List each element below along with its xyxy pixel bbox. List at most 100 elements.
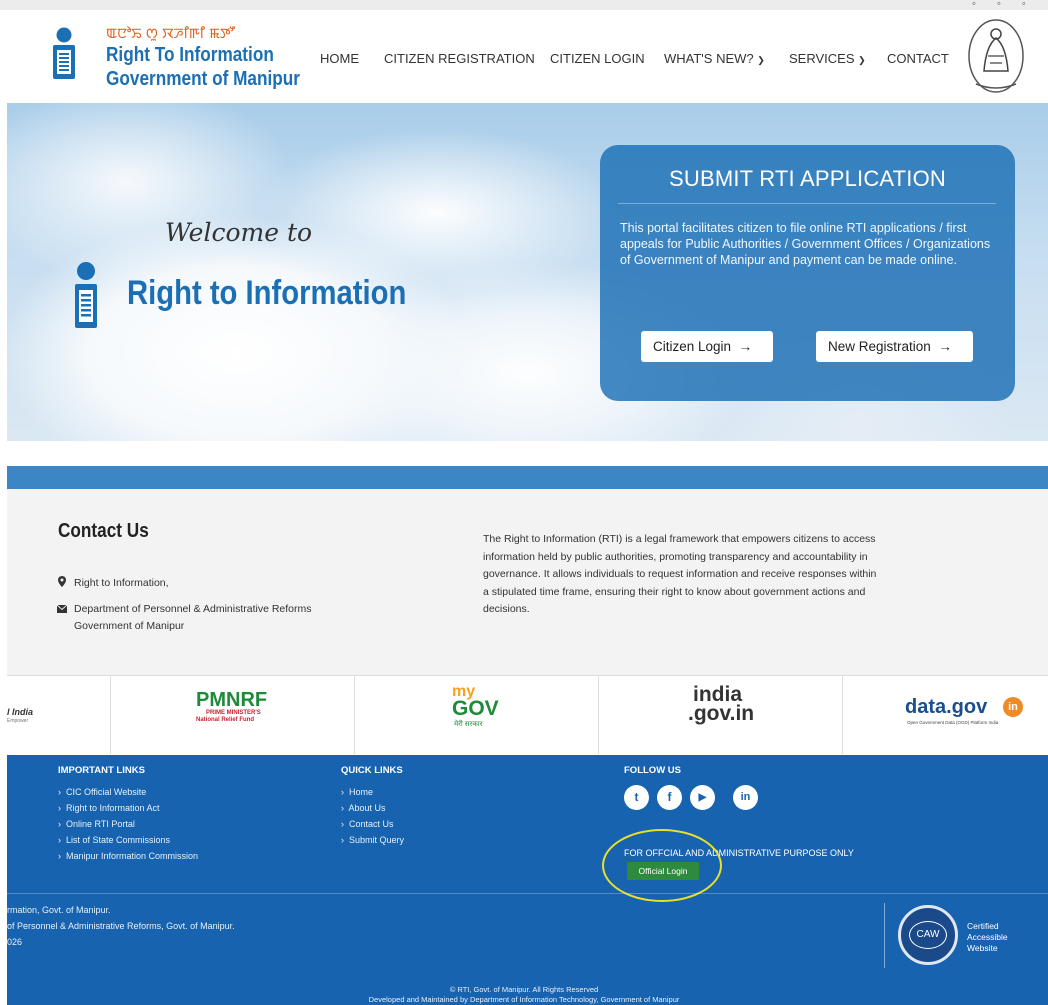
new-registration-button[interactable]: New Registration → <box>816 331 973 362</box>
pmnrf-logo[interactable]: PMNRF <box>196 689 267 712</box>
mygov-tagline: मेरी सरकार <box>454 721 483 728</box>
chevron-down-icon: ❯ <box>757 55 765 65</box>
linkedin-icon[interactable]: in <box>733 785 758 810</box>
caw-badge-icon[interactable]: CAW <box>898 905 958 965</box>
nav-services[interactable]: SERVICES ❯ <box>789 51 866 66</box>
facebook-icon[interactable]: f <box>657 785 682 810</box>
quick-link-item[interactable]: › Contact Us <box>341 819 394 829</box>
chevron-right-icon: › <box>58 835 61 845</box>
manipur-emblem-icon <box>968 19 1024 93</box>
quick-link-item[interactable]: › Home <box>341 787 373 797</box>
top-strip <box>0 0 1048 10</box>
important-link-item[interactable]: › List of State Commissions <box>58 835 170 845</box>
arrow-right-icon: → <box>938 339 952 354</box>
important-link-label: List of State Commissions <box>66 835 171 845</box>
citizen-login-label: Citizen Login <box>653 339 732 354</box>
digital-india-logo[interactable]: l India <box>7 707 33 717</box>
footer-address-3: 026 <box>7 937 23 947</box>
copyright-text: © RTI, Govt. of Manipur. All Rights Rese… <box>449 985 599 994</box>
data-gov-logo[interactable]: data.gov <box>905 696 987 719</box>
brand-title[interactable]: Right To Information <box>106 44 274 67</box>
chevron-down-icon: ❯ <box>858 55 866 65</box>
footer-address-2: of Personnel & Administrative Reforms, G… <box>7 921 235 931</box>
panel-title: SUBMIT RTI APPLICATION <box>668 166 946 191</box>
contact-line-2: Department of Personnel & Administrative… <box>74 603 312 615</box>
citizen-login-button[interactable]: Citizen Login → <box>641 331 773 362</box>
envelope-icon <box>57 605 67 613</box>
highlight-circle <box>602 829 722 902</box>
hero-welcome: Welcome to <box>165 218 313 247</box>
chevron-right-icon: › <box>341 787 344 797</box>
follow-us-title: FOLLOW US <box>624 765 681 776</box>
nav-home[interactable]: HOME <box>320 51 359 66</box>
important-link-label: CIC Official Website <box>66 787 147 797</box>
panel-divider <box>618 203 996 204</box>
accessibility-icons[interactable]: ◦ ◦ ◦ <box>972 0 1048 10</box>
logo-separator <box>110 676 111 754</box>
youtube-icon[interactable]: ▶ <box>690 785 715 810</box>
important-link-item[interactable]: › CIC Official Website <box>58 787 146 797</box>
caw-text: Certified Accessible Website <box>967 921 1008 954</box>
brand-meitei-text: ꯑꯅꯣꯢ ꯁꯨ ꯋꯍꯤꯒꯤ ꯃꯇꯧ <box>106 26 235 42</box>
caw-text-line: Certified <box>967 921 999 931</box>
chevron-right-icon: › <box>58 851 61 861</box>
quick-link-item[interactable]: › Submit Query <box>341 835 404 845</box>
important-links-title: IMPORTANT LINKS <box>58 765 145 776</box>
footer-vertical-divider <box>884 903 885 968</box>
important-link-label: Right to Information Act <box>66 803 160 813</box>
arrow-right-icon: → <box>738 339 753 354</box>
important-link-item[interactable]: › Manipur Information Commission <box>58 851 198 861</box>
pmnrf-sub-1: PRIME MINISTER'S <box>206 710 261 716</box>
important-link-item[interactable]: › Right to Information Act <box>58 803 160 813</box>
important-link-label: Online RTI Portal <box>66 819 135 829</box>
quick-link-label: Submit Query <box>349 835 405 845</box>
quick-link-label: About Us <box>348 803 386 813</box>
nav-citizen-login[interactable]: CITIZEN LOGIN <box>550 51 645 66</box>
logo-separator <box>598 676 599 754</box>
contact-line-1: Right to Information, <box>74 577 169 589</box>
chevron-right-icon: › <box>341 835 344 845</box>
site-footer <box>7 755 1048 1005</box>
footer-address-1: rmation, Govt. of Manipur. <box>7 905 111 915</box>
india-gov-logo-domain: .gov.in <box>688 702 755 725</box>
quick-links-title: QUICK LINKS <box>341 765 403 776</box>
mygov-logo-gov[interactable]: GOV <box>452 697 499 721</box>
quick-link-item[interactable]: › About Us <box>341 803 386 813</box>
nav-services-label: SERVICES <box>789 51 855 66</box>
new-registration-label: New Registration <box>828 339 931 354</box>
chevron-right-icon: › <box>58 787 61 797</box>
caw-text-line: Accessible <box>967 932 1008 942</box>
footer-divider <box>7 893 1048 894</box>
caw-badge-label: CAW <box>909 921 947 949</box>
logo-separator <box>354 676 355 754</box>
logo-separator <box>842 676 843 754</box>
developer-credit: Developed and Maintained by Department o… <box>368 995 680 1004</box>
contact-line-3: Government of Manipur <box>74 620 185 632</box>
hero-title: Right to Information <box>127 274 407 312</box>
caw-text-line: Website <box>967 943 998 953</box>
data-gov-in-badge: in <box>1003 697 1023 717</box>
chevron-right-icon: › <box>341 819 344 829</box>
rti-logo-icon[interactable] <box>50 27 78 83</box>
contact-title: Contact Us <box>58 520 149 542</box>
panel-description: This portal facilitates citizen to file … <box>620 221 991 267</box>
rti-person-icon <box>75 262 97 328</box>
pmnrf-sub-2: National Relief Fund <box>196 717 255 723</box>
section-divider-bar <box>7 466 1048 489</box>
partner-logos-bar <box>7 675 1048 755</box>
nav-whats-new-label: WHAT'S NEW? <box>664 51 754 66</box>
nav-contact[interactable]: CONTACT <box>887 51 949 66</box>
nav-whats-new[interactable]: WHAT'S NEW? ❯ <box>664 51 765 66</box>
brand-subtitle[interactable]: Government of Manipur <box>106 68 300 91</box>
chevron-right-icon: › <box>58 819 61 829</box>
chevron-right-icon: › <box>341 803 344 813</box>
chevron-right-icon: › <box>58 803 61 813</box>
important-link-item[interactable]: › Online RTI Portal <box>58 819 135 829</box>
twitter-icon[interactable]: t <box>624 785 649 810</box>
map-marker-icon <box>58 576 66 587</box>
quick-link-label: Contact Us <box>349 819 394 829</box>
about-rti-text: The Right to Information (RTI) is a lega… <box>483 533 877 615</box>
nav-citizen-registration[interactable]: CITIZEN REGISTRATION <box>384 51 535 66</box>
digital-india-tagline: Empower <box>7 718 29 724</box>
quick-link-label: Home <box>349 787 374 797</box>
